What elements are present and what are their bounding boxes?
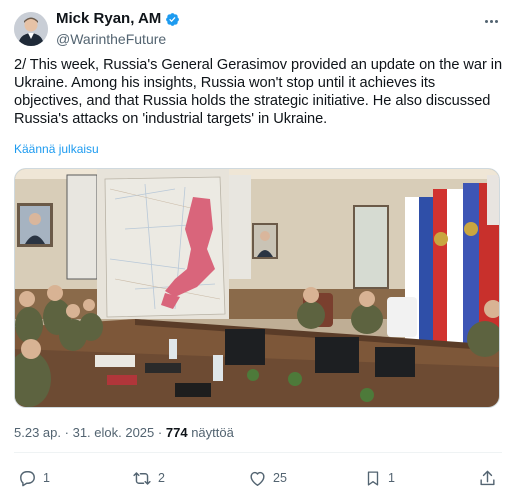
- tweet-date[interactable]: 31. elok. 2025: [73, 425, 155, 440]
- action-bar: 1 2 25 1: [14, 466, 502, 490]
- avatar[interactable]: [14, 12, 48, 46]
- meta-separator: ·: [64, 425, 69, 440]
- tweet-meta: 5.23 ap. · 31. elok. 2025 · 774 näyttöä: [14, 425, 234, 441]
- translate-link[interactable]: Käännä julkaisu: [14, 142, 99, 157]
- verified-badge-icon: [166, 12, 180, 26]
- tweet-header: Mick Ryan, AM @WarintheFuture: [14, 8, 502, 48]
- share-button[interactable]: [478, 466, 497, 490]
- more-dots-icon[interactable]: [480, 12, 502, 30]
- retweet-button[interactable]: 2: [132, 466, 165, 490]
- bookmark-button[interactable]: 1: [364, 466, 395, 490]
- author-handle[interactable]: @WarintheFuture: [56, 30, 180, 48]
- retweet-count: 2: [158, 471, 165, 485]
- tweet-time[interactable]: 5.23 ap.: [14, 425, 61, 440]
- reply-button[interactable]: 1: [18, 466, 50, 490]
- reply-icon: [20, 470, 35, 486]
- share-icon: [480, 470, 495, 485]
- like-icon: [250, 471, 265, 486]
- author-name[interactable]: Mick Ryan, AM: [56, 10, 180, 28]
- meta-separator-2: ·: [157, 425, 163, 440]
- like-count: 25: [273, 471, 287, 485]
- reply-count: 1: [43, 471, 50, 485]
- bookmark-icon: [367, 470, 379, 486]
- tweet-text: 2/ This week, Russia's General Gerasimov…: [14, 57, 507, 127]
- views-label: näyttöä: [191, 425, 234, 440]
- like-button[interactable]: 25: [248, 466, 287, 490]
- tweet-image[interactable]: [14, 168, 500, 408]
- bookmark-count: 1: [388, 471, 395, 485]
- retweet-icon: [133, 471, 151, 485]
- views-count: 774: [165, 425, 188, 440]
- divider: [14, 452, 502, 453]
